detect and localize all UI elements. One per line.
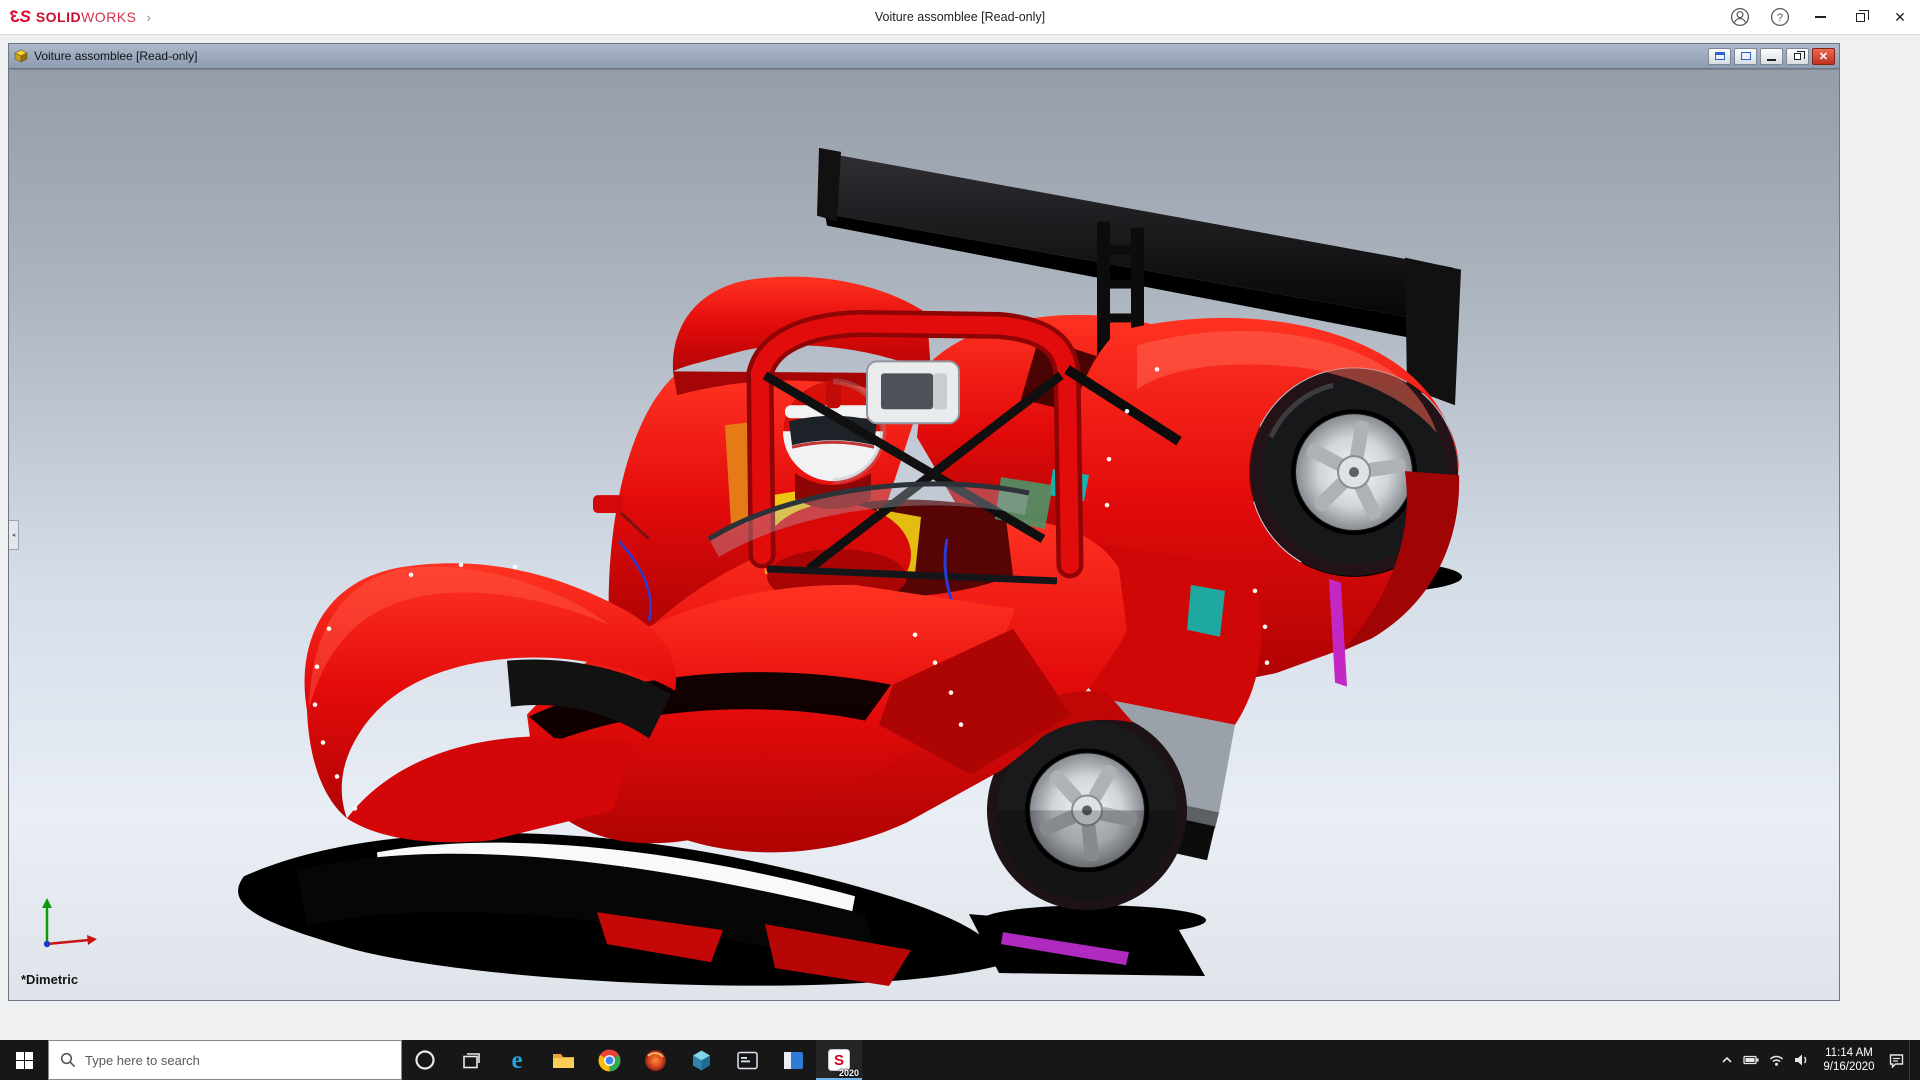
speaker-icon (1793, 1052, 1810, 1068)
notification-icon (1888, 1052, 1905, 1068)
wing-endplate-left (817, 148, 841, 222)
side-mirror (593, 495, 623, 513)
close-icon: ✕ (1819, 50, 1828, 63)
view-orientation-label: *Dimetric (21, 972, 78, 987)
svg-text:?: ? (1777, 12, 1783, 24)
tray-network-button[interactable] (1764, 1040, 1789, 1080)
chevron-left-icon: ◂ (12, 531, 16, 539)
menu-expand-arrow-icon[interactable]: › (146, 10, 150, 25)
cube-app-icon (689, 1048, 714, 1073)
tray-volume-button[interactable] (1789, 1040, 1814, 1080)
show-desktop-button[interactable] (1909, 1040, 1914, 1080)
round-red-app-icon (643, 1048, 668, 1073)
panel-collapse-tab[interactable]: ◂ (9, 520, 19, 550)
doc-minimize-button[interactable] (1760, 48, 1783, 65)
taskbar-app-solidworks[interactable]: S 2020 (816, 1040, 862, 1080)
solidworks-logo[interactable]: 3S SOLIDWORKS (0, 7, 136, 27)
restore-button[interactable] (1840, 0, 1880, 35)
help-icon: ? (1770, 7, 1790, 27)
document-window: Voiture assomblee [Read-only] ✕ (8, 43, 1840, 1001)
window-pane-icon (1715, 52, 1725, 60)
system-tray: 11:14 AM 9/16/2020 (1714, 1040, 1920, 1080)
minimize-icon (1767, 59, 1776, 61)
taskbar-app-dark-window[interactable] (724, 1040, 770, 1080)
taskbar: Type here to search e (0, 1040, 1920, 1080)
blue-window-app-icon (781, 1048, 806, 1073)
chevron-up-icon (1719, 1052, 1735, 1068)
windows-logo-icon (16, 1052, 33, 1069)
taskbar-app-round-red[interactable] (632, 1040, 678, 1080)
document-titlebar[interactable]: Voiture assomblee [Read-only] ✕ (9, 44, 1839, 69)
dassault-3ds-icon: 3S (10, 7, 31, 27)
assembly-document-icon (13, 48, 29, 64)
task-view-icon (461, 1050, 482, 1071)
clock-time: 11:14 AM (1817, 1046, 1881, 1060)
window-frame-icon (1741, 52, 1751, 60)
action-center-button[interactable] (1884, 1040, 1909, 1080)
task-view-button[interactable] (448, 1040, 494, 1080)
solidworks-version-badge: 2020 (839, 1068, 859, 1078)
cortana-button[interactable] (402, 1040, 448, 1080)
taskbar-search-input[interactable]: Type here to search (48, 1040, 402, 1080)
close-button[interactable]: ✕ (1880, 0, 1920, 35)
account-button[interactable] (1720, 0, 1760, 35)
cortana-icon (413, 1048, 437, 1072)
doc-view-button-2[interactable] (1734, 48, 1757, 65)
svg-text:e: e (511, 1047, 522, 1074)
taskbar-app-edge[interactable]: e (494, 1040, 540, 1080)
search-icon (60, 1052, 76, 1068)
taskbar-app-chrome[interactable] (586, 1040, 632, 1080)
tray-chevron-button[interactable] (1714, 1040, 1739, 1080)
user-icon (1730, 7, 1750, 27)
taskbar-app-blue-window[interactable] (770, 1040, 816, 1080)
document-title: Voiture assomblee [Read-only] (34, 49, 197, 63)
coordinate-triad (33, 894, 105, 961)
doc-close-button[interactable]: ✕ (1812, 48, 1835, 65)
help-button[interactable]: ? (1760, 0, 1800, 35)
restore-icon (1794, 53, 1801, 60)
taskbar-app-file-explorer[interactable] (540, 1040, 586, 1080)
app-title: Voiture assomblee [Read-only] (0, 10, 1920, 24)
minimize-button[interactable] (1800, 0, 1840, 35)
dark-window-app-icon (735, 1048, 760, 1073)
svg-text:S: S (834, 1052, 844, 1069)
graphics-viewport[interactable]: *Dimetric ◂ (9, 69, 1839, 1000)
wifi-icon (1768, 1052, 1785, 1068)
clock-date: 9/16/2020 (1817, 1060, 1881, 1074)
start-button[interactable] (0, 1040, 48, 1080)
battery-icon (1743, 1052, 1760, 1068)
doc-restore-button[interactable] (1786, 48, 1809, 65)
close-icon: ✕ (1894, 9, 1906, 26)
taskbar-app-cube[interactable] (678, 1040, 724, 1080)
app-titlebar: 3S SOLIDWORKS › Voiture assomblee [Read-… (0, 0, 1920, 35)
file-explorer-icon (551, 1048, 576, 1073)
restore-icon (1856, 13, 1865, 22)
minimize-icon (1815, 16, 1826, 18)
app-workspace: Voiture assomblee [Read-only] ✕ (0, 35, 1920, 1040)
side-window (1187, 585, 1225, 637)
doc-view-button-1[interactable] (1708, 48, 1731, 65)
tray-battery-button[interactable] (1739, 1040, 1764, 1080)
taskbar-clock[interactable]: 11:14 AM 9/16/2020 (1814, 1046, 1884, 1074)
race-car-model[interactable] (9, 70, 1839, 1000)
screen: 3S SOLIDWORKS › Voiture assomblee [Read-… (0, 0, 1920, 1080)
center-mirror[interactable] (867, 361, 959, 423)
solidworks-wordmark: SOLIDWORKS (36, 9, 137, 25)
edge-icon: e (504, 1047, 531, 1074)
search-placeholder: Type here to search (85, 1053, 200, 1068)
chrome-icon (597, 1048, 622, 1073)
